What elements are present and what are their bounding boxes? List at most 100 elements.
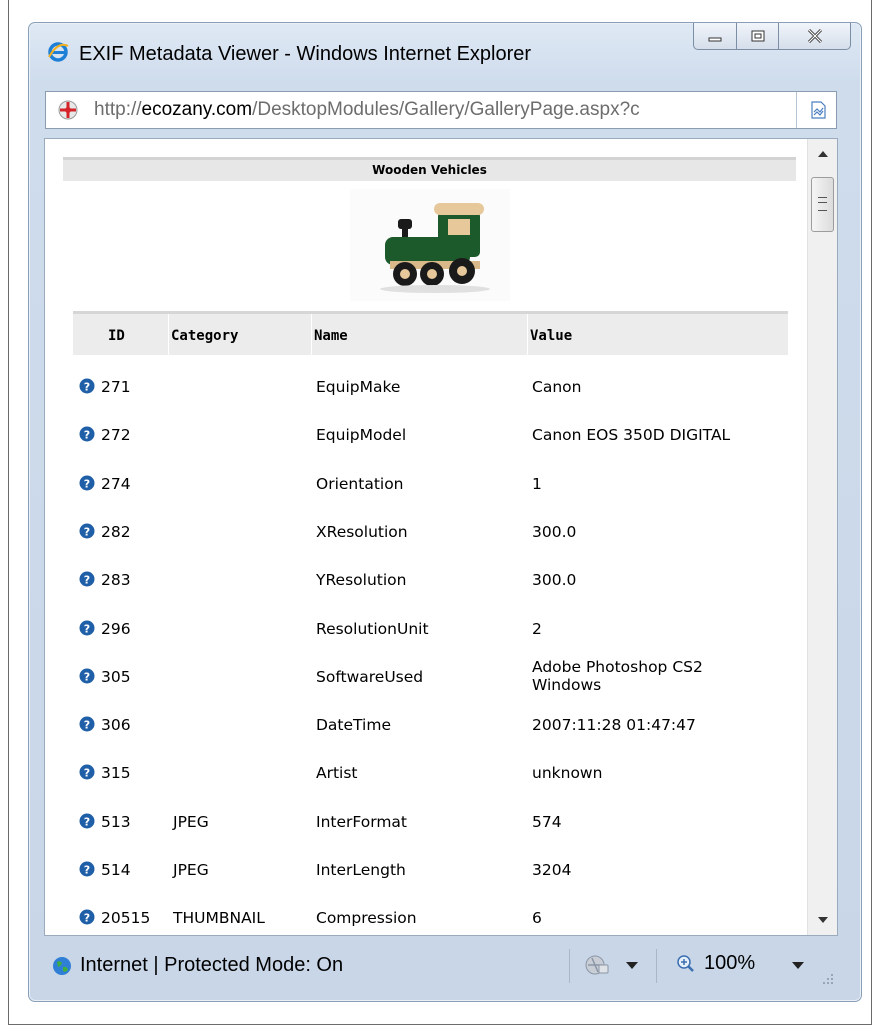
vertical-scrollbar[interactable] <box>807 139 837 935</box>
header-id: ID <box>108 328 125 344</box>
help-icon[interactable]: ? <box>79 426 95 442</box>
cell-id: 271 <box>101 378 131 396</box>
cell-name: XResolution <box>316 523 408 541</box>
help-icon[interactable]: ? <box>79 571 95 587</box>
status-divider <box>569 949 570 983</box>
minimize-button[interactable] <box>693 23 737 50</box>
security-dropdown-icon[interactable] <box>626 962 638 970</box>
help-icon[interactable]: ? <box>79 716 95 732</box>
help-icon[interactable]: ? <box>79 668 95 684</box>
security-zone-text[interactable]: Internet | Protected Mode: On <box>80 954 343 977</box>
help-icon[interactable]: ? <box>79 523 95 539</box>
scroll-down-button[interactable] <box>808 905 837 935</box>
help-icon[interactable]: ? <box>79 909 95 925</box>
maximize-button[interactable] <box>737 23 779 50</box>
svg-text:?: ? <box>84 429 90 442</box>
cell-value: Adobe Photoshop CS2 <box>532 658 703 676</box>
cell-value-line2: Windows <box>532 676 602 694</box>
help-icon[interactable]: ? <box>79 378 95 394</box>
svg-text:?: ? <box>84 623 90 636</box>
compatibility-view-icon[interactable] <box>808 100 828 120</box>
scroll-thumb[interactable] <box>811 177 834 232</box>
header-divider <box>527 314 528 355</box>
cell-value: 300.0 <box>532 571 577 589</box>
minimize-icon <box>708 37 722 42</box>
page-content: Wooden Vehicles ID Category Name Value ?… <box>44 138 838 936</box>
cell-id: 20515 <box>101 909 151 927</box>
cell-id: 514 <box>101 861 131 879</box>
window-title: EXIF Metadata Viewer - Windows Internet … <box>79 43 532 65</box>
cell-value: 6 <box>532 909 542 927</box>
table-row: ? 271 EquipMake Canon <box>75 365 795 413</box>
cell-value: 2 <box>532 620 542 638</box>
cell-category: JPEG <box>173 813 209 831</box>
cell-name: EquipMake <box>316 378 401 396</box>
maximize-icon <box>751 30 764 42</box>
cell-id: 282 <box>101 523 131 541</box>
resize-grip-icon[interactable] <box>820 971 834 985</box>
address-divider <box>796 92 797 128</box>
cell-id: 513 <box>101 813 131 831</box>
cell-name: DateTime <box>316 716 391 734</box>
cell-name: ResolutionUnit <box>316 620 429 638</box>
header-divider <box>311 314 312 355</box>
status-bar: Internet | Protected Mode: On 100% <box>44 941 838 991</box>
cell-category: JPEG <box>173 861 209 879</box>
zoom-icon[interactable] <box>676 954 696 974</box>
svg-text:?: ? <box>84 767 90 780</box>
arrow-down-icon <box>817 917 828 923</box>
table-row: ? 274 Orientation 1 <box>75 462 795 510</box>
ie-popup-window: EXIF Metadata Viewer - Windows Internet … <box>28 22 862 1002</box>
security-icon[interactable] <box>584 953 614 977</box>
globe-icon <box>53 957 71 975</box>
svg-text:?: ? <box>84 478 90 491</box>
cell-value: Canon <box>532 378 582 396</box>
cell-name: Orientation <box>316 475 404 493</box>
svg-text:?: ? <box>84 526 90 539</box>
svg-text:?: ? <box>84 912 90 925</box>
url-path: /DesktopModules/Gallery/GalleryPage.aspx… <box>252 99 640 120</box>
cell-id: 305 <box>101 668 131 686</box>
table-header: ID Category Name Value <box>73 311 788 355</box>
cell-value: Canon EOS 350D DIGITAL <box>532 426 731 444</box>
title-bar[interactable]: EXIF Metadata Viewer - Windows Internet … <box>29 23 861 83</box>
svg-text:?: ? <box>84 864 90 877</box>
svg-text:?: ? <box>84 671 90 684</box>
scroll-up-button[interactable] <box>808 139 837 169</box>
header-value: Value <box>530 328 573 344</box>
cell-id: 274 <box>101 475 131 493</box>
cell-id: 272 <box>101 426 131 444</box>
table-row: ? 283 YResolution 300.0 <box>75 558 795 606</box>
table-row: ? 306 DateTime 2007:11:28 01:47:47 <box>75 703 795 751</box>
site-icon <box>58 100 78 120</box>
cell-name: Compression <box>316 909 417 927</box>
help-icon[interactable]: ? <box>79 813 95 829</box>
help-icon[interactable]: ? <box>79 861 95 877</box>
zoom-dropdown-icon[interactable] <box>792 962 804 970</box>
table-row: ? 315 Artist unknown <box>75 751 795 799</box>
ie-logo-icon <box>48 42 69 62</box>
help-icon[interactable]: ? <box>79 475 95 491</box>
svg-text:?: ? <box>84 381 90 394</box>
zoom-level[interactable]: 100% <box>704 952 755 975</box>
cell-name: InterFormat <box>316 813 408 831</box>
svg-text:?: ? <box>84 574 90 587</box>
cell-category: THUMBNAIL <box>173 909 265 927</box>
table-row: ? 282 XResolution 300.0 <box>75 510 795 558</box>
help-icon[interactable]: ? <box>79 620 95 636</box>
header-name: Name <box>314 328 348 344</box>
window-controls <box>693 23 851 51</box>
cell-id: 315 <box>101 764 131 782</box>
url-domain: ecozany.com <box>141 99 253 120</box>
url-prefix: http:// <box>94 99 142 120</box>
close-icon <box>807 28 822 44</box>
url-text[interactable]: http://ecozany.com/DesktopModules/Galler… <box>94 99 794 121</box>
header-category: Category <box>171 328 239 344</box>
cell-value: 574 <box>532 813 562 831</box>
table-row: ? 513 JPEG InterFormat 574 <box>75 800 795 848</box>
table-row: ? 272 EquipModel Canon EOS 350D DIGITAL <box>75 413 795 461</box>
help-icon[interactable]: ? <box>79 764 95 780</box>
close-button[interactable] <box>779 23 851 50</box>
cell-name: EquipModel <box>316 426 407 444</box>
address-bar[interactable]: http://ecozany.com/DesktopModules/Galler… <box>45 91 837 129</box>
